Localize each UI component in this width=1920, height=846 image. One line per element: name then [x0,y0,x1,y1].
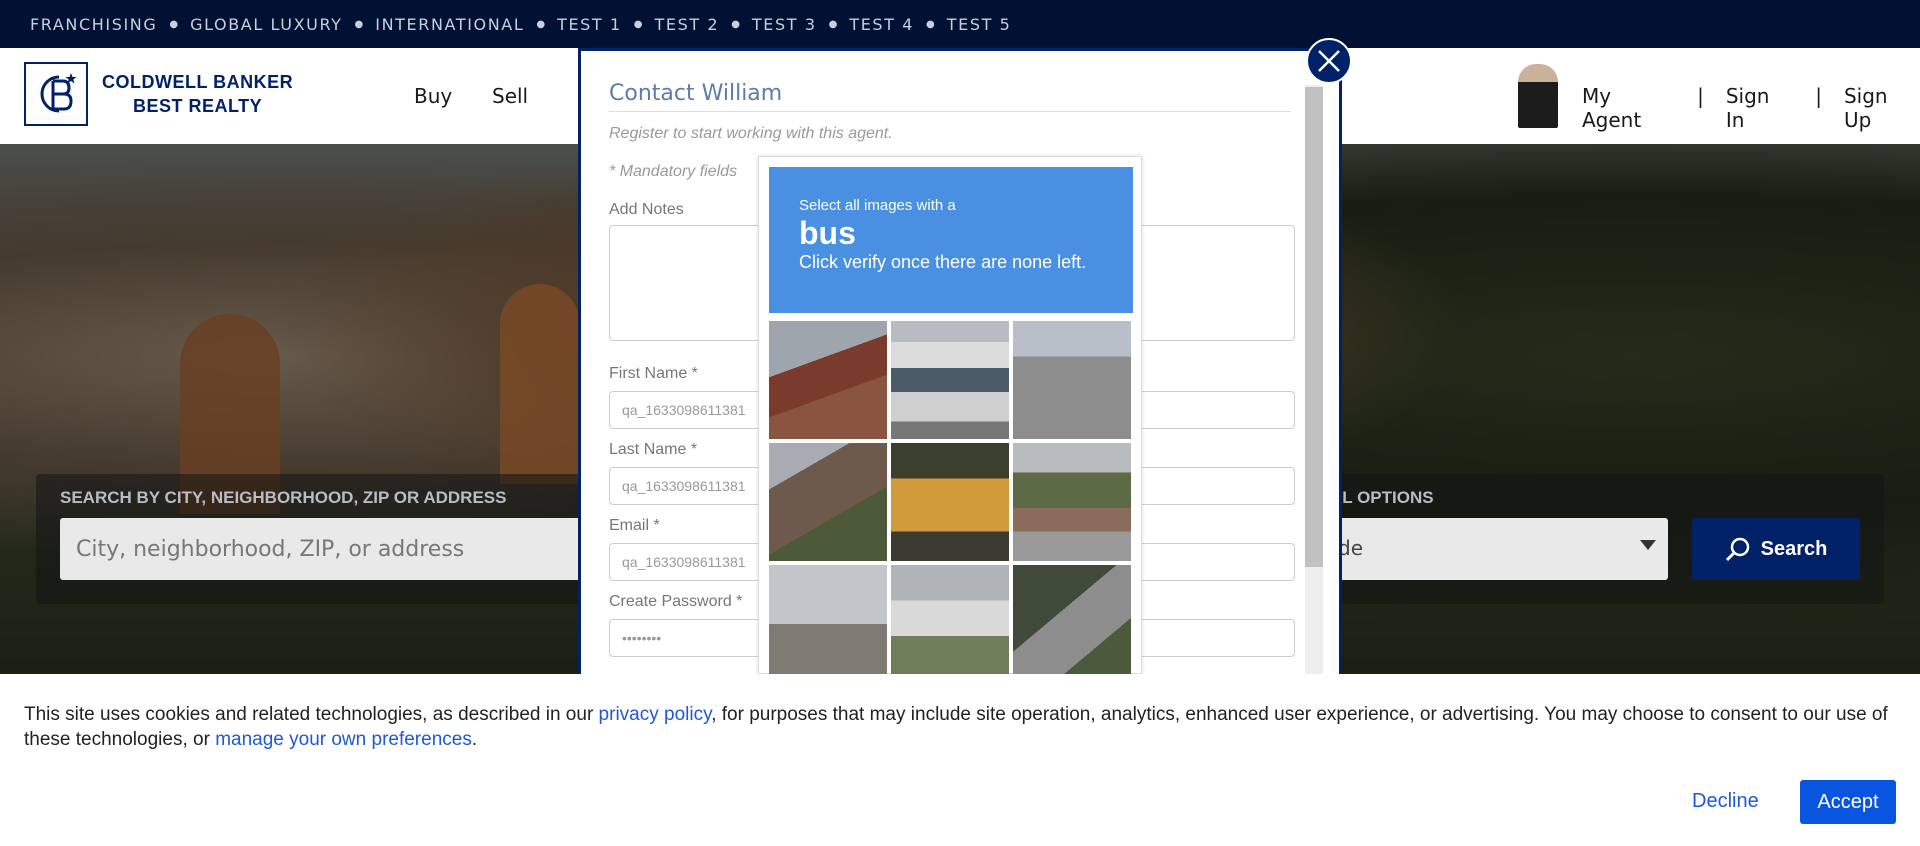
last-name-label: Last Name * [609,441,698,458]
modal-title: Contact William [609,81,783,106]
separator-dot: ● [169,18,179,30]
separator-dot: ● [354,18,364,30]
first-name-label: First Name * [609,365,698,382]
nav-sell[interactable]: Sell [492,84,528,108]
topbar-link-test-4[interactable]: TEST 4 [849,15,914,34]
manage-preferences-link[interactable]: manage your own preferences [215,729,472,750]
close-icon [1318,50,1340,72]
separator-dot: ● [633,18,643,30]
captcha-tile-city-bus[interactable] [891,321,1009,439]
topbar-link-test-5[interactable]: TEST 5 [947,15,1012,34]
captcha-tile-trees-street[interactable] [1013,443,1131,561]
cb-logo-icon[interactable] [24,62,88,126]
utility-bar: FRANCHISING ● GLOBAL LUXURY ● INTERNATIO… [0,0,1920,48]
password-label: Create Password * [609,593,743,610]
topbar-link-global-luxury[interactable]: GLOBAL LUXURY [190,15,342,34]
captcha-tile-highway[interactable] [1013,321,1131,439]
modal-subtitle: Register to start working with this agen… [609,125,893,142]
search-input[interactable] [60,518,620,580]
additional-options-label: AL OPTIONS [1330,488,1434,507]
captcha-target: bus [799,215,856,251]
captcha-tile-school-bus[interactable] [891,443,1009,561]
search-button[interactable]: Search [1692,518,1860,580]
separator-dot: ● [926,18,935,30]
nav-separator: | [1815,84,1822,108]
topbar-link-international[interactable]: INTERNATIONAL [375,15,524,34]
captcha-challenge: Select all images with a bus Click verif… [758,156,1142,683]
email-label: Email * [609,517,660,534]
captcha-tile-white-bus[interactable] [891,565,1009,683]
sign-in-link[interactable]: Sign In [1726,84,1793,132]
captcha-instructions: Select all images with a bus Click verif… [769,167,1133,313]
agent-avatar[interactable] [1518,64,1558,128]
mandatory-note: * Mandatory fields [609,163,738,180]
captcha-line-1: Select all images with a [799,197,956,214]
separator-dot: ● [731,18,740,30]
search-icon [1725,537,1749,562]
modal-scrollbar-thumb[interactable] [1305,87,1323,567]
cookie-banner: This site uses cookies and related techn… [0,674,1920,846]
decline-button[interactable]: Decline [1692,790,1759,813]
sign-up-link[interactable]: Sign Up [1844,84,1920,132]
close-modal-button[interactable] [1306,38,1352,84]
nav-buy[interactable]: Buy [414,84,452,108]
captcha-tile-house-tree[interactable] [769,443,887,561]
notes-label: Add Notes [609,201,684,218]
brand-name: COLDWELL BANKER BEST REALTY [102,70,293,118]
privacy-policy-link[interactable]: privacy policy [599,704,712,725]
topbar-link-franchising[interactable]: FRANCHISING [30,15,157,34]
separator-dot: ● [828,18,838,30]
captcha-tile-road-bushes[interactable] [1013,565,1131,683]
search-button-label: Search [1760,537,1828,560]
brand-line-1: COLDWELL BANKER [102,72,294,92]
separator-dot: ● [536,18,546,30]
cookie-text-part-1: This site uses cookies and related techn… [24,704,599,725]
accept-button[interactable]: Accept [1800,780,1896,824]
divider [609,111,1291,112]
captcha-tile-palm-buildings[interactable] [769,565,887,683]
topbar-link-test-1[interactable]: TEST 1 [557,15,622,34]
account-nav: My Agent | Sign In | Sign Up [1582,84,1920,132]
chevron-down-icon[interactable] [1640,540,1656,550]
my-agent-link[interactable]: My Agent [1582,84,1675,132]
options-select[interactable]: de [1300,518,1668,580]
search-label: SEARCH BY CITY, NEIGHBORHOOD, ZIP OR ADD… [60,488,507,507]
captcha-line-3: Click verify once there are none left. [799,252,1087,272]
captcha-tile-house-roof[interactable] [769,321,887,439]
nav-separator: | [1697,84,1704,108]
cookie-text: This site uses cookies and related techn… [24,702,1896,752]
topbar-link-test-2[interactable]: TEST 2 [655,15,720,34]
arched-doorway-image [500,284,580,484]
cookie-text-end: . [471,729,478,750]
topbar-link-test-3[interactable]: TEST 3 [752,15,817,34]
brand-line-2: BEST REALTY [132,96,263,116]
